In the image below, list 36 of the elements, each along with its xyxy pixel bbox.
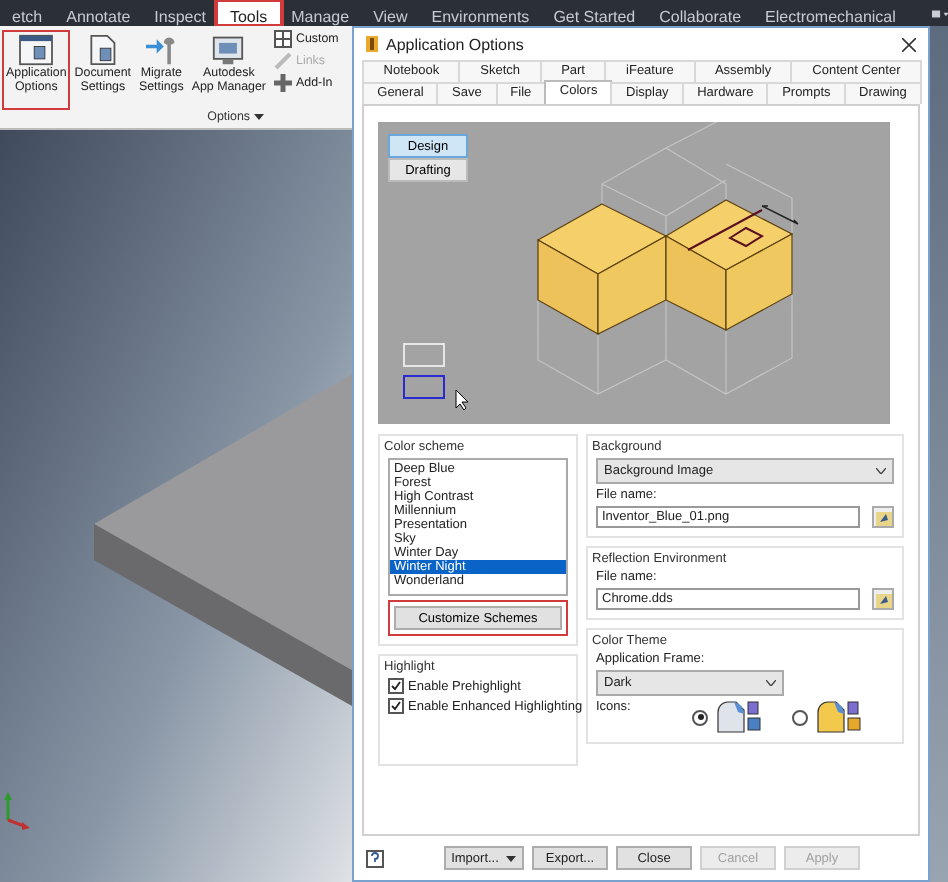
ribbon-tab[interactable]: Manage (279, 2, 362, 24)
ribbon-tab[interactable]: Tools (217, 2, 280, 24)
wrench-icon (143, 34, 180, 66)
window-title: Application Options (386, 35, 526, 53)
part-icons (716, 700, 764, 734)
link-icon (274, 52, 292, 70)
ribbon-tab[interactable]: Annotate (54, 2, 143, 24)
radio-button[interactable] (692, 709, 708, 725)
caret-icon (254, 114, 264, 120)
ribbon-tab[interactable]: Environments (419, 2, 542, 24)
radio-button[interactable] (792, 709, 808, 725)
ribbon-tab[interactable]: Get Started (541, 2, 648, 24)
checkbox[interactable] (388, 678, 404, 694)
browse-button[interactable] (872, 506, 894, 528)
help-icon[interactable] (366, 849, 384, 867)
part-icons (816, 700, 864, 734)
monitor-icon (210, 34, 247, 66)
document-icon (86, 34, 119, 66)
ribbon-tab[interactable]: Inspect (142, 2, 218, 24)
caret-icon (506, 855, 517, 861)
swatch (403, 375, 445, 399)
checkbox[interactable] (388, 698, 404, 714)
browse-button[interactable] (872, 588, 894, 610)
ribbon-tab[interactable]: View (361, 2, 420, 24)
ribbon-tab[interactable]: Collaborate (647, 2, 754, 24)
close-icon[interactable] (902, 37, 916, 51)
app-icon (366, 36, 378, 52)
cursor-icon (455, 389, 469, 411)
plus-icon (274, 74, 292, 92)
dropdown-icon[interactable] (931, 7, 948, 19)
chevron-icon (876, 468, 886, 474)
window-icon (18, 34, 55, 66)
ribbon-tab[interactable]: etch (0, 2, 55, 24)
ribbon-tab[interactable]: Electromechanical (753, 2, 908, 24)
swatch (403, 343, 445, 367)
chevron-icon (766, 680, 776, 686)
